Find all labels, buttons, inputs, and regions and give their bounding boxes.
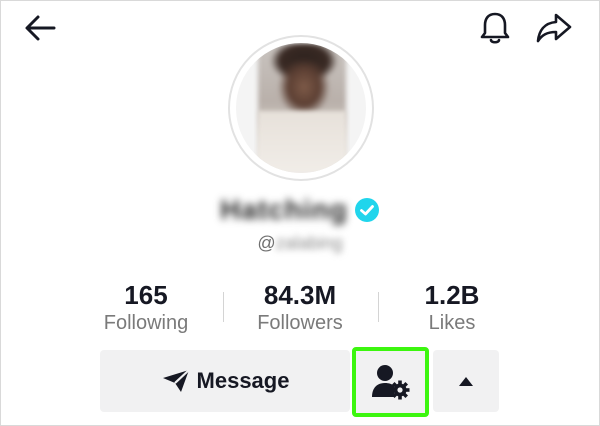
verified-badge-icon: [354, 198, 379, 222]
avatar-image: [236, 43, 366, 173]
expand-suggestions-button[interactable]: [433, 350, 499, 412]
following-count: 165: [124, 280, 168, 310]
user-gear-icon: [371, 365, 409, 400]
profile-settings-button[interactable]: [352, 347, 429, 417]
avatar-photo-lower: [258, 111, 346, 173]
handle-at-symbol: @: [257, 232, 276, 253]
send-icon: [162, 369, 190, 392]
username-handle: @ zalabing: [0, 230, 600, 256]
caret-up-icon: [459, 377, 473, 386]
display-name-row: Hatching: [0, 190, 600, 230]
message-label: Message: [196, 368, 290, 393]
message-button[interactable]: Message: [100, 350, 350, 412]
stat-likes[interactable]: 1.2B Likes: [377, 280, 527, 336]
stat-followers[interactable]: 84.3M Followers: [225, 280, 375, 336]
followers-label: Followers: [257, 312, 343, 334]
stat-divider: [223, 292, 224, 322]
avatar[interactable]: [228, 35, 374, 181]
following-label: Following: [103, 312, 189, 334]
profile-actions: Message: [0, 346, 600, 418]
bell-icon[interactable]: [478, 10, 512, 46]
likes-count: 1.2B: [424, 280, 480, 310]
stat-following[interactable]: 165 Following: [71, 280, 221, 336]
handle-text: zalabing: [275, 232, 343, 253]
back-arrow-icon[interactable]: [22, 10, 58, 46]
followers-count: 84.3M: [263, 280, 337, 310]
profile-stats: 165 Following 84.3M Followers 1.2B Likes: [0, 280, 600, 336]
share-icon[interactable]: [534, 10, 574, 46]
display-name: Hatching: [220, 194, 348, 225]
likes-label: Likes: [428, 312, 476, 334]
